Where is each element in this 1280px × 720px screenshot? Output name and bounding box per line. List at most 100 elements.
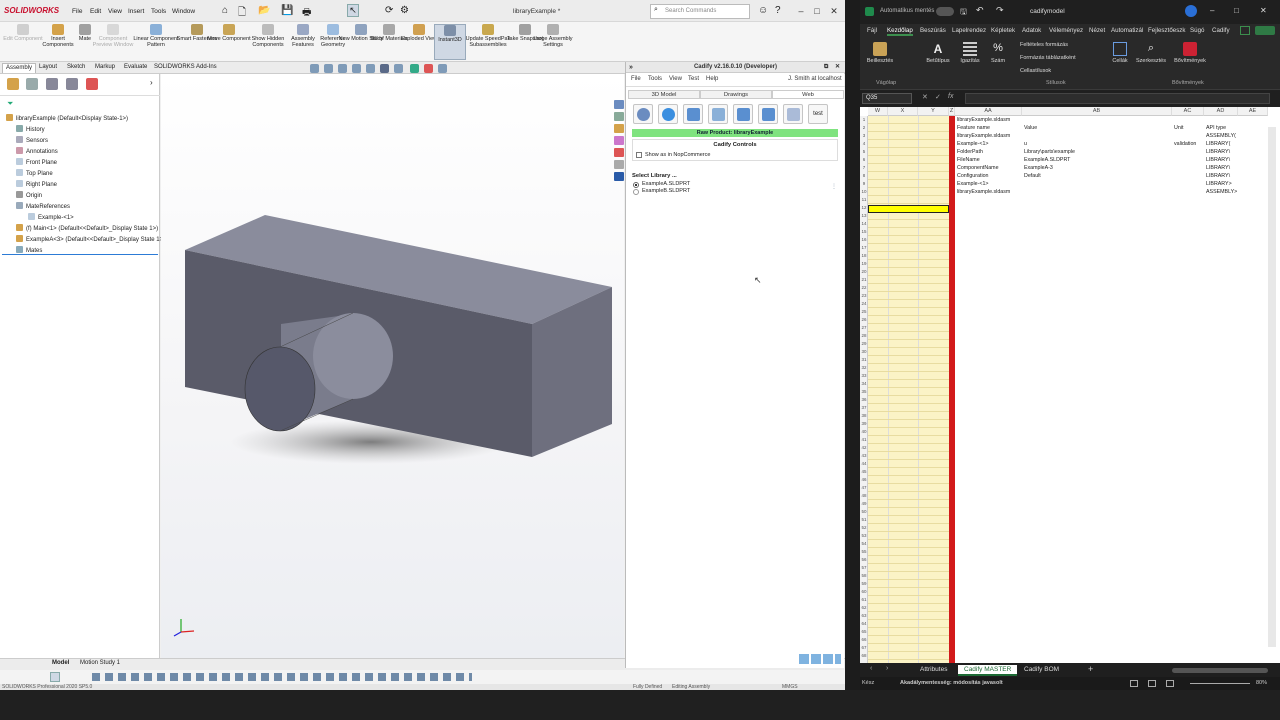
cell-api-type[interactable]: LIBRARY( [1206, 140, 1240, 148]
menu-window[interactable]: Window [172, 8, 195, 15]
row-number[interactable]: 28 [860, 332, 868, 340]
cell-value[interactable]: ExampleA.SLDPRT [1024, 156, 1170, 164]
xl-minimize-icon[interactable]: – [1210, 6, 1214, 15]
row-number[interactable]: 36 [860, 396, 868, 404]
cell-unit[interactable] [1174, 116, 1204, 124]
tab-assembly[interactable]: Assembly [2, 63, 37, 73]
cell-value[interactable] [1024, 188, 1170, 196]
cell-value[interactable]: Default [1024, 172, 1170, 180]
open-icon[interactable]: 📂 [258, 5, 270, 16]
maximize-icon[interactable]: □ [811, 5, 823, 17]
cell-api-type[interactable]: LIBRARY> [1206, 180, 1240, 188]
row-number[interactable]: 35 [860, 388, 868, 396]
row-number[interactable]: 56 [860, 556, 868, 564]
large-assembly-button[interactable]: Large Assembly Settings [530, 24, 576, 60]
menu-tools[interactable]: Tools [151, 8, 166, 15]
cadify-test-button[interactable]: test [808, 104, 828, 124]
cell-feature-name[interactable]: FileName [957, 156, 1021, 164]
row-number[interactable]: 67 [860, 644, 868, 652]
cell-unit[interactable] [1174, 164, 1204, 172]
row-number[interactable]: 23 [860, 292, 868, 300]
ribbon-tab-file[interactable]: Fájl [867, 27, 877, 34]
menu-insert[interactable]: Insert [128, 8, 144, 15]
col-header-ac[interactable]: AC [1172, 107, 1204, 116]
row-number[interactable]: 42 [860, 444, 868, 452]
col-header-x[interactable]: X [888, 107, 918, 116]
tab-motion-study[interactable]: Motion Study 1 [80, 660, 120, 666]
tree-item-origin[interactable]: Origin [16, 191, 42, 201]
row-number[interactable]: 37 [860, 404, 868, 412]
property-manager-icon[interactable] [26, 78, 38, 90]
ribbon-tab-cadify[interactable]: Cadify [1212, 27, 1230, 34]
panel-status-icons[interactable] [799, 654, 841, 664]
accessibility-status[interactable]: Akadálymentesség: módosítás javasolt [900, 680, 1003, 686]
sheet-tab-cadify-master[interactable]: Cadify MASTER [958, 665, 1018, 676]
redo-icon[interactable]: ↷ [996, 5, 1004, 16]
normal-view-icon[interactable] [1130, 680, 1138, 687]
graphics-viewport[interactable] [161, 74, 624, 658]
custom-properties-icon[interactable] [614, 160, 624, 169]
row-number[interactable]: 16 [860, 236, 868, 244]
cell-unit[interactable] [1174, 132, 1204, 140]
ribbon-tab-home[interactable]: Kezdőlap [887, 27, 913, 36]
col-header-aa[interactable]: AA [955, 107, 1022, 116]
format-as-table-button[interactable]: Formázás táblázatként [1020, 55, 1076, 61]
conditional-formatting-button[interactable]: Feltételes formázás [1020, 42, 1068, 48]
row-number[interactable]: 20 [860, 268, 868, 276]
row-number[interactable]: 30 [860, 348, 868, 356]
library-option-b[interactable]: ExampleB.SLDPRT [642, 188, 690, 194]
tree-item-top-plane[interactable]: Top Plane [16, 169, 53, 179]
minimize-icon[interactable]: – [795, 5, 807, 17]
row-number[interactable]: 52 [860, 524, 868, 532]
undo-icon[interactable]: ↶ [976, 5, 984, 16]
addins-button[interactable]: Bővítmények [1170, 42, 1210, 64]
row-number[interactable]: 14 [860, 220, 868, 228]
cell-api-type[interactable]: LIBRARY\ [1206, 172, 1240, 180]
cells-button[interactable]: Cellák [1108, 42, 1132, 64]
page-layout-view-icon[interactable] [1148, 680, 1156, 687]
row-number[interactable]: 66 [860, 636, 868, 644]
cadify-menu-test[interactable]: Test [688, 76, 699, 82]
select-filter-icon[interactable] [50, 672, 60, 682]
paste-button[interactable]: Beillesztés [866, 42, 894, 64]
cadify-validate-button[interactable] [658, 104, 678, 124]
row-number[interactable]: 44 [860, 460, 868, 468]
section-view-icon[interactable] [352, 64, 361, 73]
panel-close-icon[interactable]: ✕ [835, 62, 840, 73]
ribbon-tab-help[interactable]: Súgó [1190, 27, 1204, 34]
row-number[interactable]: 57 [860, 564, 868, 572]
number-button[interactable]: % Szám [986, 42, 1010, 64]
share-button[interactable] [1255, 26, 1275, 35]
cell-unit[interactable] [1174, 180, 1204, 188]
row-number[interactable]: 51 [860, 516, 868, 524]
ribbon-tab-review[interactable]: Véleményez [1049, 27, 1083, 34]
horizontal-scrollbar[interactable] [1172, 668, 1268, 673]
tree-item-mate-references[interactable]: MateReferences [16, 202, 70, 212]
formula-input[interactable] [965, 93, 1270, 104]
print-icon[interactable]: 🖶 [302, 5, 311, 22]
row-number[interactable]: 17 [860, 244, 868, 252]
zoom-area-icon[interactable] [324, 64, 333, 73]
cell-styles-button[interactable]: Cellastílusok [1020, 68, 1051, 74]
row-number[interactable]: 63 [860, 612, 868, 620]
row-number[interactable]: 47 [860, 484, 868, 492]
design-library-icon[interactable] [614, 112, 624, 121]
cadify-menu-tools[interactable]: Tools [648, 76, 662, 82]
cell-feature-name[interactable]: Feature name [957, 124, 1021, 132]
cadify-icon[interactable] [614, 172, 624, 181]
col-header-ae[interactable]: AE [1238, 107, 1268, 116]
resources-icon[interactable] [614, 100, 624, 109]
cell-unit[interactable]: Unit [1174, 124, 1204, 132]
col-header-ab[interactable]: AB [1022, 107, 1172, 116]
ribbon-tab-automate[interactable]: Automatizál [1111, 27, 1143, 34]
cancel-formula-icon[interactable]: ✕ [922, 93, 928, 101]
row-number[interactable]: 55 [860, 548, 868, 556]
row-number[interactable]: 13 [860, 212, 868, 220]
display-manager-icon[interactable] [86, 78, 98, 90]
feature-manager-icon[interactable] [7, 78, 19, 90]
cadify-tab-web[interactable]: Web [772, 90, 844, 99]
row-number[interactable]: 54 [860, 540, 868, 548]
row-number[interactable]: 34 [860, 380, 868, 388]
menu-file[interactable]: File [72, 8, 82, 15]
file-explorer-icon[interactable] [614, 124, 624, 133]
